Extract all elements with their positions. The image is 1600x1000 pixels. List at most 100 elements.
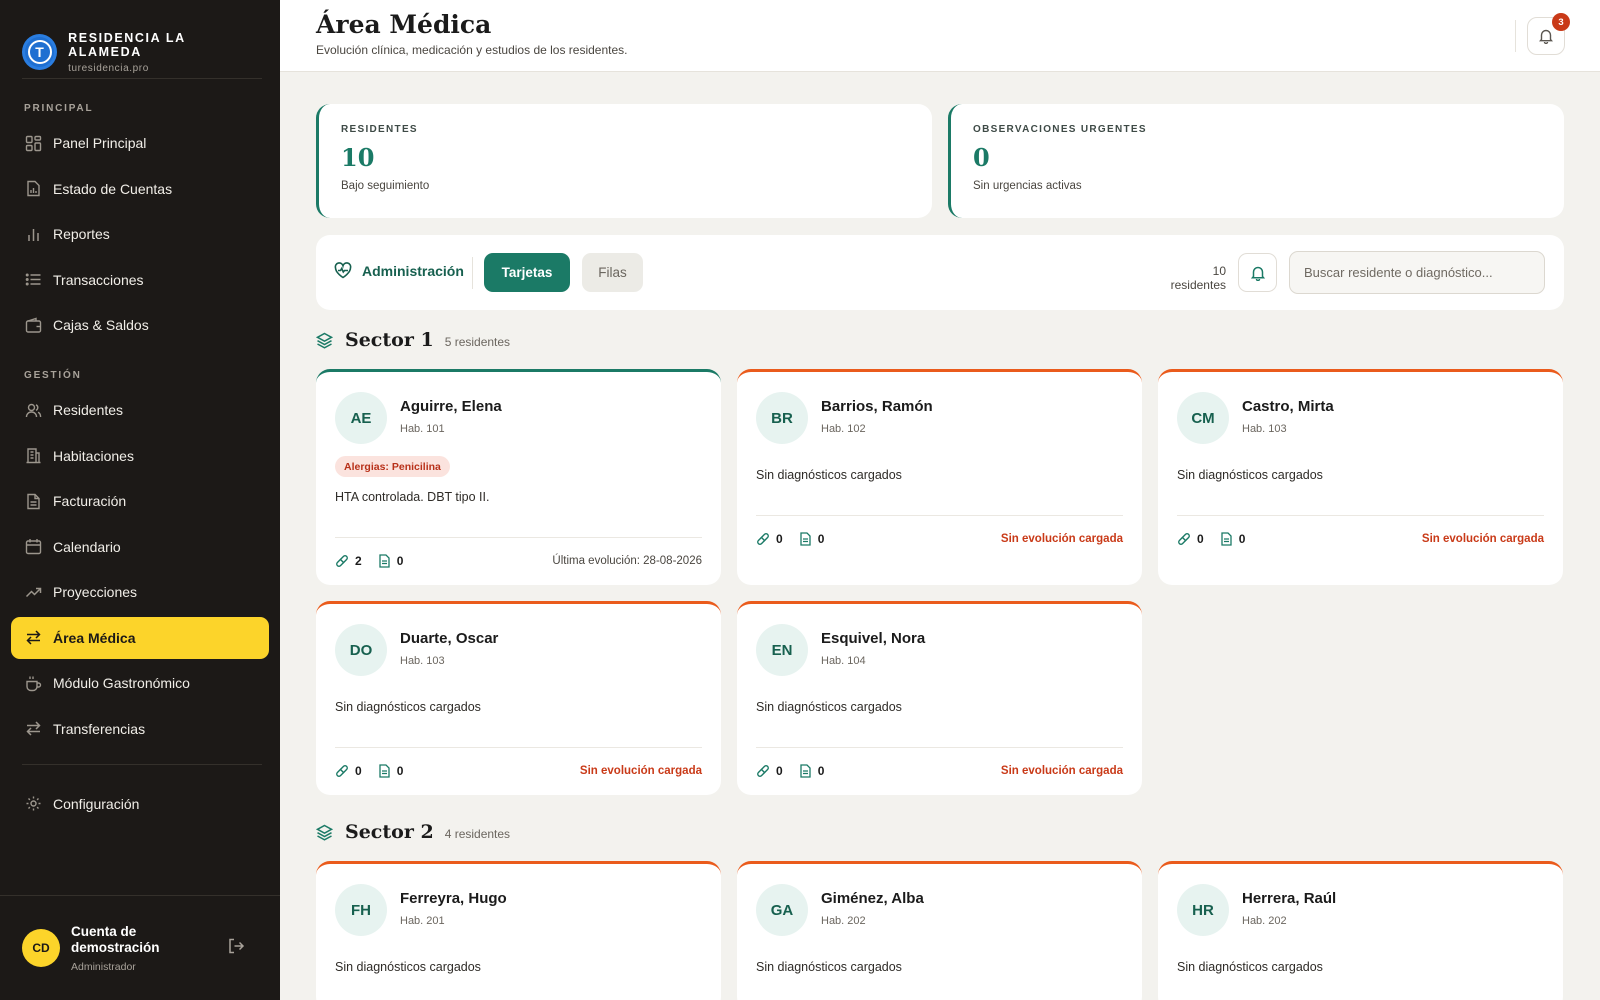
view-rows-button[interactable]: Filas (582, 253, 643, 292)
document-icon (1220, 532, 1233, 546)
avatar: EN (756, 624, 808, 676)
resident-room: Hab. 104 (821, 655, 866, 667)
sector-count: 5 residentes (444, 334, 511, 349)
diagnosis-text: Sin diagnósticos cargados (1177, 960, 1323, 974)
wallet-icon (24, 316, 42, 334)
resident-card[interactable]: EN Esquivel, Nora Hab. 104 Sin diagnósti… (737, 601, 1142, 795)
document-count: 0 (1220, 532, 1245, 546)
bar-chart-icon (24, 225, 42, 243)
layers-icon (316, 332, 333, 349)
card-footer: 0 0 Sin evolución cargada (756, 764, 1123, 778)
sidebar-item-transacciones[interactable]: Transacciones (11, 259, 269, 301)
sidebar-item-habitaciones[interactable]: Habitaciones (11, 435, 269, 477)
card-footer: 0 0 Sin evolución cargada (335, 764, 702, 778)
document-count: 0 (378, 764, 403, 778)
resident-name: Herrera, Raúl (1242, 890, 1337, 907)
last-evolution: Última evolución: 28-08-2026 (552, 555, 702, 567)
sidebar-item-estado-de-cuentas[interactable]: Estado de Cuentas (11, 168, 269, 210)
no-evolution-status: Sin evolución cargada (1000, 533, 1123, 545)
card-footer: 0 0 Sin evolución cargada (756, 532, 1123, 546)
section-label-principal: PRINCIPAL (24, 103, 94, 114)
toolbar: Administración Tarjetas Filas 10 residen… (316, 235, 1564, 310)
avatar[interactable]: CD (22, 929, 60, 967)
sidebar-item-label: Configuración (53, 795, 140, 812)
diagnosis-text: Sin diagnósticos cargados (756, 468, 902, 482)
pill-icon (1177, 532, 1191, 546)
card-footer: 0 0 Sin evolución cargada (1177, 532, 1544, 546)
resident-room: Hab. 103 (1242, 423, 1287, 435)
resident-room: Hab. 201 (400, 915, 445, 927)
resident-name: Duarte, Oscar (400, 630, 499, 647)
list-icon (24, 271, 42, 289)
resident-name: Giménez, Alba (821, 890, 924, 907)
sidebar-item-calendario[interactable]: Calendario (11, 526, 269, 568)
pill-icon (756, 764, 770, 778)
sidebar-item-residentes[interactable]: Residentes (11, 389, 269, 431)
resident-room: Hab. 103 (400, 655, 445, 667)
page-subtitle: Evolución clínica, medicación y estudios… (316, 43, 628, 57)
calendar-icon (24, 538, 42, 556)
sidebar-item-label: Área Médica (53, 629, 136, 646)
resident-card[interactable]: CM Castro, Mirta Hab. 103 Sin diagnóstic… (1158, 369, 1563, 585)
diagnosis-text: HTA controlada. DBT tipo II. (335, 490, 490, 504)
document-icon (799, 532, 812, 546)
stat-value: 0 (973, 143, 990, 172)
resident-card[interactable]: AE Aguirre, Elena Hab. 101 Alergias: Pen… (316, 369, 721, 585)
allergy-badge: Alergias: Penicilina (335, 456, 450, 477)
toolbar-divider (472, 257, 473, 289)
sidebar-item-label: Facturación (53, 493, 127, 509)
document-icon (799, 764, 812, 778)
resident-card[interactable]: HR Herrera, Raúl Hab. 202 Sin diagnóstic… (1158, 861, 1563, 1000)
sidebar-item-reportes[interactable]: Reportes (11, 213, 269, 255)
card-divider (756, 747, 1123, 748)
resident-room: Hab. 202 (1242, 915, 1287, 927)
sector-title: Sector 2 (345, 821, 434, 843)
sidebar-item-label: Módulo Gastronómico (53, 675, 190, 691)
card-divider (335, 537, 702, 538)
resident-room: Hab. 202 (821, 915, 866, 927)
transfer-icon (24, 629, 42, 647)
stat-label: RESIDENTES (341, 124, 418, 135)
resident-card[interactable]: DO Duarte, Oscar Hab. 103 Sin diagnóstic… (316, 601, 721, 795)
sidebar-item-area-medica[interactable]: Área Médica (11, 616, 269, 659)
no-evolution-status: Sin evolución cargada (1000, 765, 1123, 777)
document-icon (378, 554, 391, 568)
resident-card[interactable]: GA Giménez, Alba Hab. 202 Sin diagnóstic… (737, 861, 1142, 1000)
view-cards-button[interactable]: Tarjetas (484, 253, 570, 292)
sidebar-item-proyecciones[interactable]: Proyecciones (11, 571, 269, 613)
header-divider (1515, 20, 1516, 52)
sidebar-item-label: Proyecciones (53, 584, 138, 600)
resident-card[interactable]: BR Barrios, Ramón Hab. 102 Sin diagnósti… (737, 369, 1142, 585)
sector-heading: Sector 1 5 residentes (316, 329, 510, 351)
sidebar-item-transferencias[interactable]: Transferencias (11, 708, 269, 750)
pill-icon (756, 532, 770, 546)
sidebar-item-cajas-saldos[interactable]: Cajas & Saldos (11, 304, 269, 346)
stat-card-urgentes: OBSERVACIONES URGENTES 0 Sin urgencias a… (948, 104, 1564, 218)
alerts-button[interactable] (1238, 253, 1277, 292)
document-icon (378, 764, 391, 778)
admin-label: Administración (362, 262, 464, 279)
resident-room: Hab. 102 (821, 423, 866, 435)
medication-count: 0 (756, 532, 783, 546)
sidebar-item-configuracion[interactable]: Configuración (11, 783, 269, 825)
sidebar-item-modulo-gastronomico[interactable]: Módulo Gastronómico (11, 662, 269, 704)
stat-label: OBSERVACIONES URGENTES (973, 124, 1147, 135)
search-input[interactable] (1289, 251, 1545, 294)
sidebar-item-panel-principal[interactable]: Panel Principal (11, 122, 269, 164)
users-icon (24, 401, 42, 419)
resident-name: Ferreyra, Hugo (400, 890, 507, 907)
logout-icon[interactable] (227, 937, 245, 960)
cup-icon (24, 674, 42, 692)
page-header: Área Médica Evolución clínica, medicació… (280, 0, 1600, 72)
sidebar-item-facturacion[interactable]: Facturación (11, 480, 269, 522)
sector-count: 4 residentes (444, 826, 511, 841)
bell-icon (1538, 28, 1554, 44)
medication-count: 0 (1177, 532, 1204, 546)
resident-card[interactable]: FH Ferreyra, Hugo Hab. 201 Sin diagnósti… (316, 861, 721, 1000)
sidebar-item-label: Estado de Cuentas (53, 180, 173, 197)
brand[interactable]: T RESIDENCIA LA ALAMEDA turesidencia.pro (0, 0, 280, 78)
account-panel: CD Cuenta de demostración Administrador (0, 895, 280, 1000)
avatar: CM (1177, 392, 1229, 444)
admin-link[interactable]: Administración (334, 262, 464, 279)
sidebar-item-label: Residentes (53, 402, 124, 418)
